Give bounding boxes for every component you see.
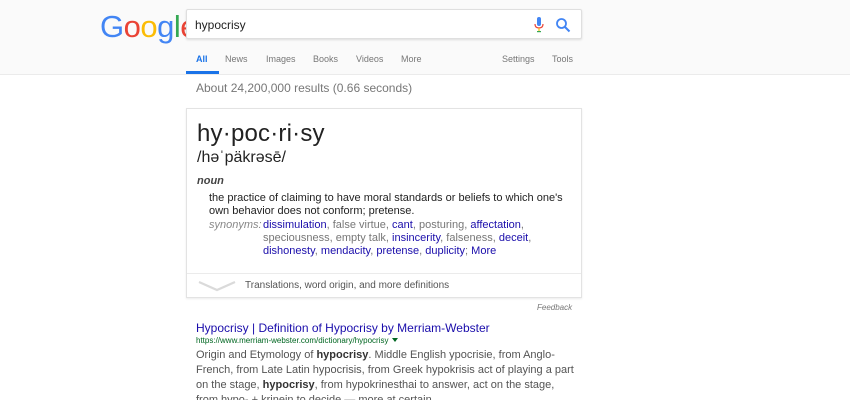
synonym-item[interactable]: mendacity: [321, 245, 370, 257]
search-input[interactable]: [195, 16, 515, 34]
synonyms-more-link[interactable]: More: [471, 245, 496, 257]
tab-news[interactable]: News: [225, 54, 248, 64]
synonym-item[interactable]: affectation: [470, 219, 521, 231]
search-result: Hypocrisy | Definition of Hypocrisy by M…: [196, 321, 576, 400]
part-of-speech: noun: [197, 175, 224, 187]
synonyms-label: synonyms:: [209, 219, 262, 231]
synonym-item: falseness: [446, 232, 493, 244]
search-icon[interactable]: [555, 17, 571, 33]
dictionary-word: hy·poc·ri·sy: [197, 120, 325, 147]
synonym-item: empty talk: [335, 232, 386, 244]
tab-videos[interactable]: Videos: [356, 54, 383, 64]
result-title-link[interactable]: Hypocrisy | Definition of Hypocrisy by M…: [196, 321, 576, 336]
snippet-highlight: hypocrisy: [316, 349, 369, 361]
logo-letter: g: [157, 9, 174, 44]
synonym-item: false virtue: [332, 219, 386, 231]
snippet-text: Origin and Etymology of: [196, 349, 317, 361]
active-tab-indicator: [186, 71, 219, 74]
synonym-item[interactable]: duplicity: [425, 245, 465, 257]
tab-all-label: All: [196, 54, 208, 64]
result-snippet: Origin and Etymology of hypocrisy. Middl…: [196, 348, 576, 400]
expand-chevron-icon[interactable]: [197, 279, 237, 293]
logo-letter: o: [140, 9, 158, 44]
synonym-item[interactable]: dishonesty: [263, 245, 315, 257]
card-divider: [187, 273, 581, 274]
synonym-item[interactable]: cant: [392, 219, 413, 231]
synonym-item[interactable]: pretense: [376, 245, 419, 257]
microphone-icon[interactable]: [534, 17, 544, 33]
synonyms-list: dissimulation, false virtue, cant, postu…: [263, 219, 532, 257]
result-url: https://www.merriam-webster.com/dictiona…: [196, 336, 389, 345]
logo-letter: G: [100, 9, 124, 44]
search-box: [186, 9, 582, 39]
synonym-item: posturing: [418, 219, 465, 231]
tab-settings[interactable]: Settings: [502, 54, 535, 64]
tab-images[interactable]: Images: [266, 54, 296, 64]
synonym-item[interactable]: insincerity: [392, 232, 440, 244]
synonym-item[interactable]: deceit: [499, 232, 528, 244]
synonym-item[interactable]: dissimulation: [263, 219, 327, 231]
tab-more[interactable]: More: [401, 54, 422, 64]
tab-books[interactable]: Books: [313, 54, 338, 64]
definition-text: the practice of claiming to have moral s…: [209, 192, 563, 217]
logo-letter: o: [123, 9, 141, 44]
dictionary-card: hy·poc·ri·sy /həˈpäkrəsē/ noun the pract…: [186, 108, 582, 298]
tab-tools[interactable]: Tools: [552, 54, 573, 64]
pronunciation: /həˈpäkrəsē/: [197, 149, 286, 166]
snippet-highlight: hypocrisy: [262, 379, 315, 391]
tab-all[interactable]: All: [186, 54, 219, 74]
result-stats: About 24,200,000 results (0.66 seconds): [196, 81, 413, 95]
google-logo[interactable]: Google: [100, 9, 198, 45]
more-definitions-link[interactable]: Translations, word origin, and more defi…: [245, 280, 449, 291]
url-dropdown-caret-icon[interactable]: [391, 338, 398, 342]
header: Google All News Images Books Videos More…: [0, 0, 850, 75]
result-url-row: https://www.merriam-webster.com/dictiona…: [196, 336, 576, 346]
synonym-item: speciousness: [263, 232, 330, 244]
feedback-link[interactable]: Feedback: [537, 303, 572, 312]
